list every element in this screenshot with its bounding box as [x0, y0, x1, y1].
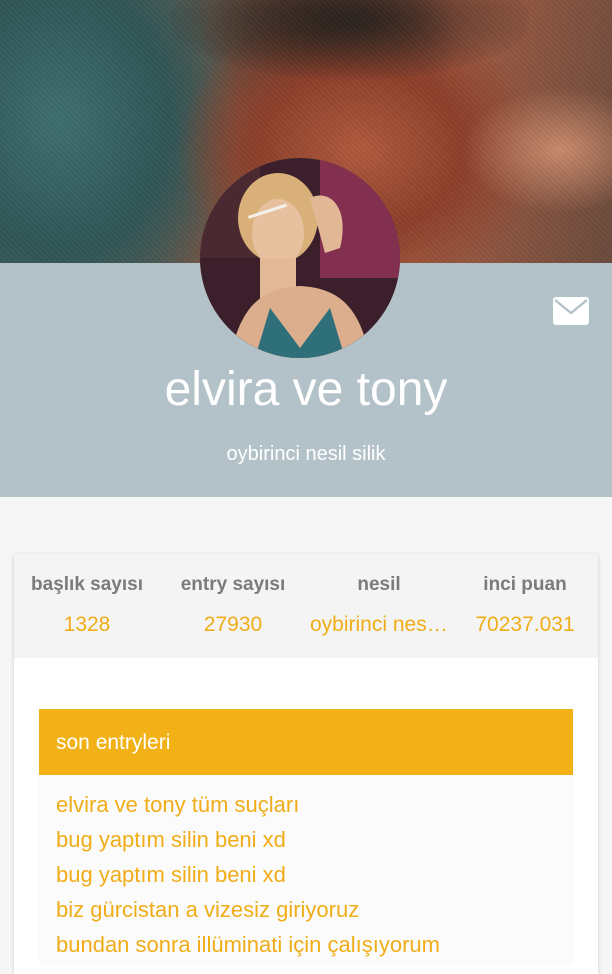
stat-value: 70237.031 [475, 613, 575, 636]
entry-link[interactable]: biz gürcistan a vizesiz giriyoruz [56, 895, 573, 930]
mail-icon[interactable] [553, 297, 589, 325]
stat-entry-count: entry sayısı 27930 [160, 554, 306, 658]
entry-link[interactable]: bug yaptım silin beni xd [56, 825, 573, 860]
stats-row: başlık sayısı 1328 entry sayısı 27930 ne… [14, 554, 598, 658]
stat-label: başlık sayısı [31, 574, 143, 595]
stat-label: inci puan [483, 574, 567, 595]
stat-value: 27930 [203, 613, 263, 636]
profile-card: başlık sayısı 1328 entry sayısı 27930 ne… [14, 554, 598, 974]
stat-value: oybirinci nesil silik [310, 613, 452, 636]
recent-entries-header: son entryleri [39, 709, 573, 775]
avatar-photo [200, 158, 400, 358]
stat-value: 1328 [63, 613, 111, 636]
avatar[interactable] [200, 158, 400, 358]
profile-generation: oybirinci nesil silik [226, 443, 386, 465]
entry-link[interactable]: bug yaptım silin beni xd [56, 860, 573, 895]
profile-name: elvira ve tony [164, 363, 448, 416]
stat-topic-count: başlık sayısı 1328 [14, 554, 160, 658]
stat-label: entry sayısı [180, 574, 286, 595]
entry-link[interactable]: elvira ve tony tüm suçları [56, 790, 573, 825]
stat-generation: nesil oybirinci nesil silik [306, 554, 452, 658]
stat-label: nesil [357, 574, 401, 595]
stat-score: inci puan 70237.031 [452, 554, 598, 658]
recent-entries-list: elvira ve tony tüm suçları bug yaptım si… [39, 775, 573, 965]
